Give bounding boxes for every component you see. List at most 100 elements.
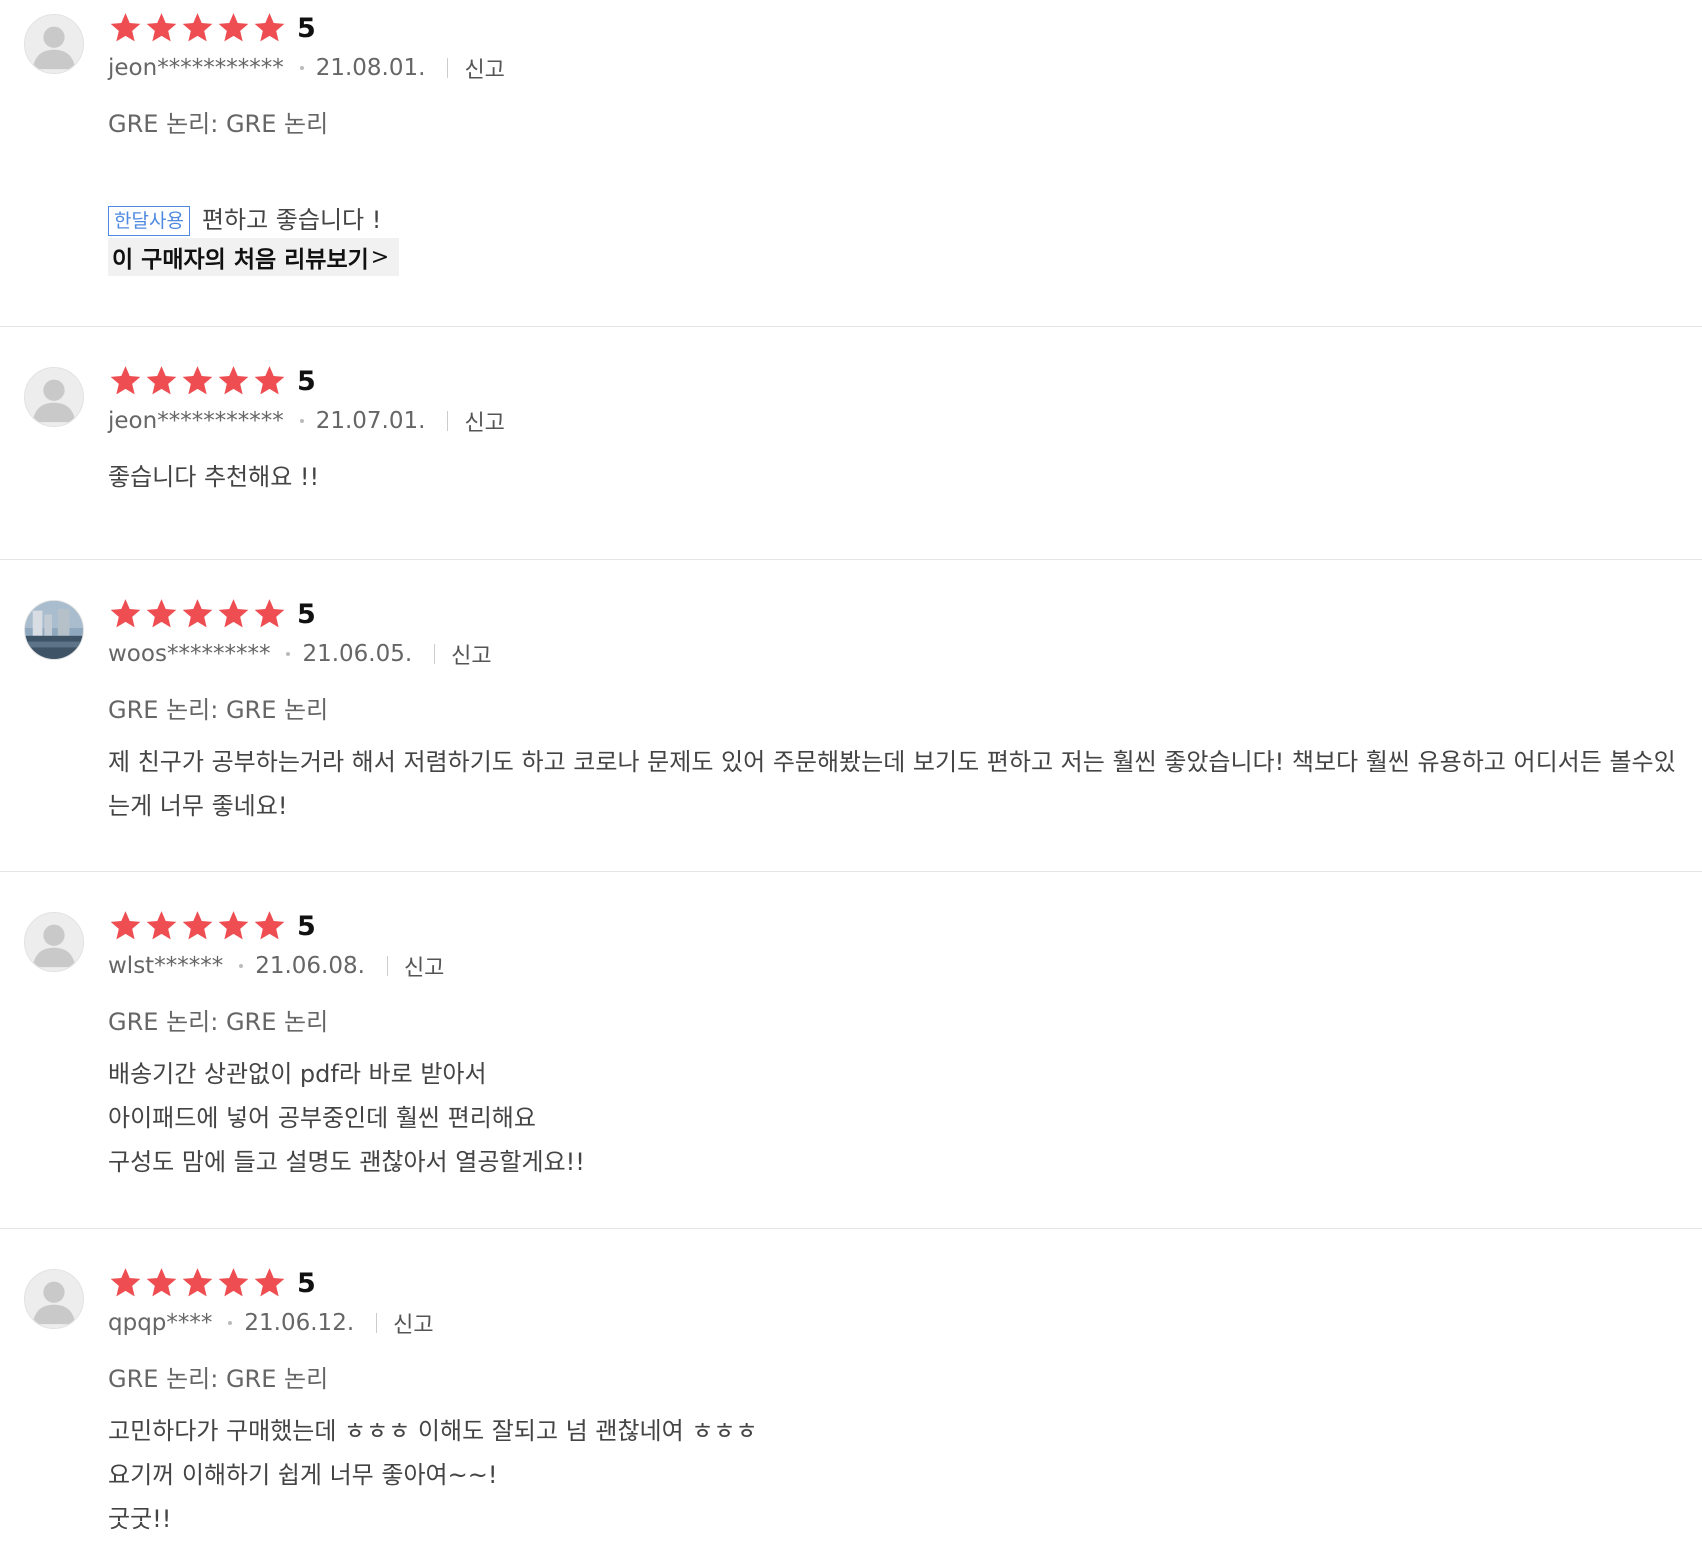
purchase-option: GRE 논리: GRE 논리 [108, 1365, 329, 1393]
star-rating [108, 1267, 288, 1299]
rating: 5 [108, 596, 316, 632]
purchase-option: GRE 논리: GRE 논리 [108, 110, 329, 138]
review-date: 21.06.12. [244, 1310, 355, 1336]
star-icon [182, 366, 213, 395]
review-item: 5 jeon*********** 21.08.01. 신고 GRE 논리: G… [0, 0, 1702, 327]
rating-score: 5 [297, 910, 316, 942]
star-icon [218, 911, 249, 940]
review-item: 5 woos********* 21.06.05. 신고 GRE 논리: GRE… [0, 560, 1702, 872]
avatar [24, 367, 84, 427]
star-icon [146, 13, 177, 42]
star-icon [254, 911, 285, 940]
star-icon [110, 599, 141, 628]
star-rating [108, 910, 288, 942]
star-icon [182, 1268, 213, 1297]
reviewer-id: jeon*********** [108, 55, 284, 81]
star-icon [218, 366, 249, 395]
report-button[interactable]: 신고 [451, 638, 491, 670]
separator-dot [228, 1321, 233, 1325]
review-date: 21.06.05. [302, 641, 413, 667]
star-rating [108, 12, 288, 44]
separator-dot [286, 652, 291, 656]
star-icon [218, 13, 249, 42]
review-meta: qpqp**** 21.06.12. 신고 [108, 1307, 434, 1339]
first-review-link[interactable]: 이 구매자의 처음 리뷰보기 > [108, 238, 400, 276]
avatar [24, 912, 84, 972]
star-icon [110, 911, 141, 940]
rating: 5 [108, 363, 316, 399]
first-review-link-label: 이 구매자의 처음 리뷰보기 [112, 247, 369, 273]
separator-dot [299, 66, 304, 70]
review-date: 21.07.01. [315, 408, 426, 434]
rating-score: 5 [297, 598, 316, 630]
reviewer-id: jeon*********** [108, 408, 284, 434]
review-meta: jeon*********** 21.08.01. 신고 [108, 52, 505, 84]
star-icon [218, 599, 249, 628]
review-text: 배송기간 상관없이 pdf라 바로 받아서 아이패드에 넣어 공부중인데 훨씬 … [108, 1060, 585, 1176]
review-text: 편하고 좋습니다 ! [201, 206, 382, 234]
report-button[interactable]: 신고 [404, 950, 444, 982]
default-avatar-icon [25, 1270, 83, 1328]
star-icon [182, 599, 213, 628]
star-icon [254, 13, 285, 42]
separator-dot [239, 964, 244, 968]
star-icon [146, 1268, 177, 1297]
review-item: 5 wlst****** 21.06.08. 신고 GRE 논리: GRE 논리… [0, 872, 1702, 1229]
review-meta: jeon*********** 21.07.01. 신고 [108, 405, 505, 437]
reviewer-id: wlst****** [108, 953, 224, 979]
star-rating [108, 365, 288, 397]
separator-bar [447, 58, 449, 78]
star-icon [254, 599, 285, 628]
photo-avatar [25, 601, 83, 659]
review-date: 21.08.01. [315, 55, 426, 81]
rating-score: 5 [297, 365, 316, 397]
review-text-row: 한달사용 편하고 좋습니다 ! [108, 154, 1694, 242]
review-meta: wlst****** 21.06.08. 신고 [108, 950, 444, 982]
purchase-option: GRE 논리: GRE 논리 [108, 696, 329, 724]
rating: 5 [108, 1265, 316, 1301]
separator-bar [386, 956, 388, 976]
separator-dot [299, 419, 304, 423]
star-icon [110, 13, 141, 42]
reviewer-id: woos********* [108, 641, 271, 667]
review-text: 고민하다가 구매했는데 ㅎㅎㅎ 이해도 잘되고 넘 괜찮네여 ㅎㅎㅎ 요기꺼 이… [108, 1417, 758, 1533]
rating: 5 [108, 908, 316, 944]
report-button[interactable]: 신고 [393, 1307, 433, 1339]
avatar [24, 1269, 84, 1329]
purchase-option: GRE 논리: GRE 논리 [108, 1008, 329, 1036]
review-item: 5 jeon*********** 21.07.01. 신고 좋습니다 추천해요… [0, 327, 1702, 560]
default-avatar-icon [25, 15, 83, 73]
usage-badge: 한달사용 [108, 206, 190, 236]
star-icon [182, 911, 213, 940]
rating: 5 [108, 10, 316, 46]
star-icon [146, 366, 177, 395]
review-item: 5 qpqp**** 21.06.12. 신고 GRE 논리: GRE 논리 고… [0, 1229, 1702, 1541]
separator-bar [447, 411, 449, 431]
star-icon [146, 911, 177, 940]
star-icon [110, 1268, 141, 1297]
star-icon [182, 13, 213, 42]
star-icon [254, 1268, 285, 1297]
review-date: 21.06.08. [255, 953, 365, 979]
review-text: 좋습니다 추천해요 !! [108, 463, 320, 491]
star-icon [110, 366, 141, 395]
rating-score: 5 [297, 1267, 316, 1299]
default-avatar-icon [25, 913, 83, 971]
rating-score: 5 [297, 12, 316, 44]
separator-bar [376, 1313, 378, 1333]
reviewer-id: qpqp**** [108, 1310, 213, 1336]
review-list: 5 jeon*********** 21.08.01. 신고 GRE 논리: G… [0, 0, 1702, 1541]
default-avatar-icon [25, 368, 83, 426]
star-icon [146, 599, 177, 628]
review-text: 제 친구가 공부하는거라 해서 저렴하기도 하고 코로나 문제도 있어 주문해봤… [108, 748, 1676, 820]
star-rating [108, 598, 288, 630]
separator-bar [434, 644, 436, 664]
star-icon [254, 366, 285, 395]
avatar [24, 14, 84, 74]
chevron-right-icon: > [370, 244, 390, 270]
review-meta: woos********* 21.06.05. 신고 [108, 638, 492, 670]
report-button[interactable]: 신고 [464, 405, 504, 437]
star-icon [218, 1268, 249, 1297]
report-button[interactable]: 신고 [464, 52, 504, 84]
avatar [24, 600, 84, 660]
